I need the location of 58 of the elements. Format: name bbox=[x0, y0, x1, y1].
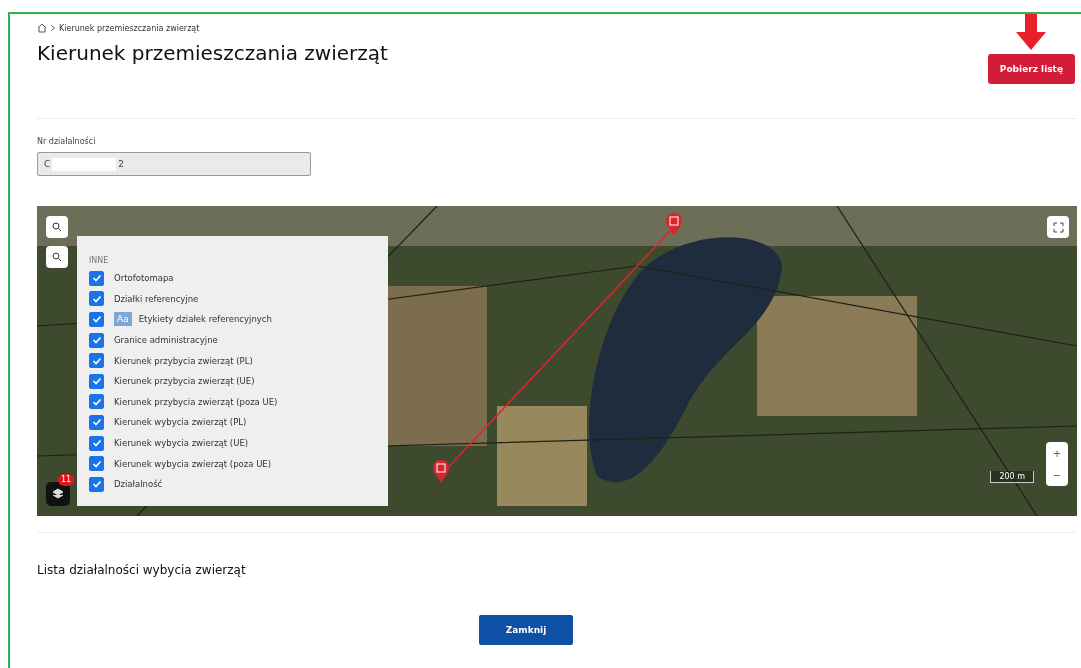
arrow-down-icon bbox=[1016, 14, 1047, 50]
checkbox[interactable] bbox=[89, 312, 104, 327]
fullscreen-button[interactable] bbox=[1047, 216, 1069, 238]
search-button[interactable] bbox=[46, 216, 68, 238]
check-icon bbox=[91, 273, 102, 284]
page-title: Kierunek przemieszczania zwierząt bbox=[37, 41, 388, 65]
chevron-right-icon bbox=[51, 25, 55, 31]
checkbox[interactable] bbox=[89, 291, 104, 307]
layer-label: Kierunek wybycia zwierząt (UE) bbox=[114, 438, 249, 449]
layer-label: Kierunek przybycia zwierząt (PL) bbox=[114, 355, 253, 366]
layers-button[interactable] bbox=[46, 482, 70, 506]
layer-label: Kierunek wybycia zwierząt (PL) bbox=[114, 417, 247, 428]
fullscreen-icon bbox=[1052, 221, 1064, 233]
check-icon bbox=[91, 335, 102, 346]
search-button[interactable] bbox=[46, 246, 68, 268]
field-label: Nr działalności bbox=[37, 137, 97, 146]
check-icon bbox=[91, 376, 102, 387]
layer-label: Etykiety działek referencyjnych bbox=[138, 314, 272, 325]
check-icon bbox=[91, 417, 102, 428]
check-icon bbox=[91, 479, 102, 490]
check-icon bbox=[91, 355, 102, 366]
checkbox[interactable] bbox=[89, 332, 104, 348]
layer-label: Działki referencyjne bbox=[114, 293, 199, 304]
close-button[interactable]: Zamknij bbox=[479, 615, 573, 645]
layer-label: Ortofotomapa bbox=[114, 273, 174, 284]
check-icon bbox=[91, 438, 102, 449]
check-icon bbox=[91, 458, 102, 469]
zoom-out-button[interactable]: − bbox=[1046, 464, 1068, 486]
scale-bar: 200 m bbox=[990, 471, 1034, 483]
checkbox[interactable] bbox=[89, 373, 104, 389]
check-icon bbox=[91, 293, 102, 304]
layers-count-badge: 11 bbox=[58, 474, 75, 486]
map-pin-icon[interactable] bbox=[665, 213, 683, 237]
breadcrumb-item: Kierunek przemieszczania zwierząt bbox=[59, 23, 200, 33]
layers-icon bbox=[52, 488, 64, 500]
section-title: Lista działalności wybycia zwierząt bbox=[37, 563, 247, 577]
check-icon bbox=[91, 314, 102, 325]
map-pin-icon[interactable] bbox=[432, 460, 450, 484]
checkbox[interactable] bbox=[89, 414, 104, 430]
home-icon[interactable] bbox=[37, 23, 47, 33]
layer-label: Kierunek przybycia zwierząt (UE) bbox=[114, 376, 255, 387]
checkbox[interactable] bbox=[89, 435, 104, 451]
checkbox[interactable] bbox=[89, 476, 104, 492]
layer-label: Kierunek przybycia zwierząt (poza UE) bbox=[114, 396, 278, 407]
checkbox[interactable] bbox=[89, 394, 104, 410]
zoom-in-button[interactable]: + bbox=[1046, 442, 1068, 464]
checkbox[interactable] bbox=[89, 456, 104, 472]
layer-label: Kierunek wybycia zwierząt (poza UE) bbox=[114, 458, 272, 469]
search-icon bbox=[52, 222, 62, 232]
activity-number-field[interactable]: C 2 bbox=[37, 152, 311, 176]
search-icon bbox=[52, 252, 62, 262]
layers-group-title: INNE bbox=[89, 256, 110, 265]
download-list-button[interactable]: Pobierz listę bbox=[987, 54, 1075, 84]
checkbox[interactable] bbox=[89, 353, 104, 369]
checkbox[interactable] bbox=[89, 270, 104, 286]
layer-label: Działalność bbox=[114, 479, 163, 490]
check-icon bbox=[91, 396, 102, 407]
layer-label: Granice administracyjne bbox=[114, 335, 218, 346]
